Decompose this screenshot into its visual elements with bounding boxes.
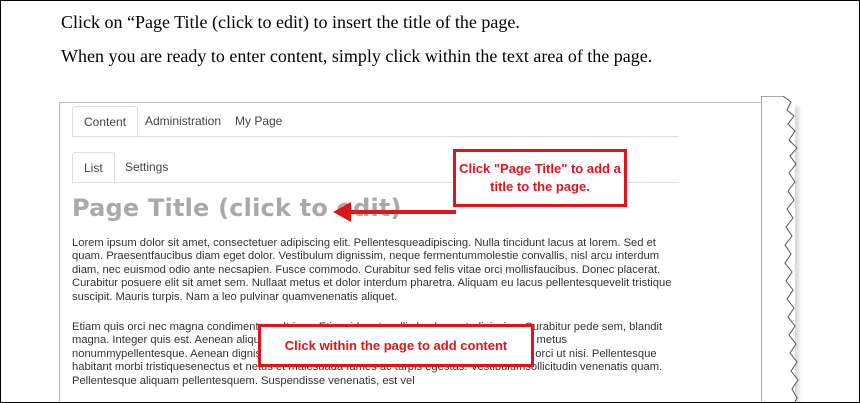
red-arrow-icon — [333, 202, 456, 222]
tab-my-page[interactable]: My Page — [224, 106, 293, 136]
tab-settings[interactable]: Settings — [114, 152, 179, 182]
tab-content[interactable]: Content — [72, 106, 139, 138]
tab-list[interactable]: List — [72, 152, 115, 184]
torn-edge — [761, 96, 799, 402]
document-frame: Click on “Page Title (click to edit) to … — [0, 0, 860, 403]
page-title-callout: Click "Page Title" to add a title to the… — [453, 149, 627, 207]
content-callout: Click within the page to add content — [258, 324, 534, 367]
tab-administration[interactable]: Administration — [134, 106, 232, 136]
instruction-line-2: When you are ready to enter content, sim… — [61, 46, 653, 66]
screenshot-left-border — [59, 102, 60, 402]
instruction-line-1: Click on “Page Title (click to edit) to … — [61, 12, 520, 32]
top-tabs-divider — [72, 136, 679, 137]
content-paragraph-1[interactable]: Lorem ipsum dolor sit amet, consectetuer… — [72, 237, 682, 304]
screenshot-top-border — [59, 102, 781, 103]
